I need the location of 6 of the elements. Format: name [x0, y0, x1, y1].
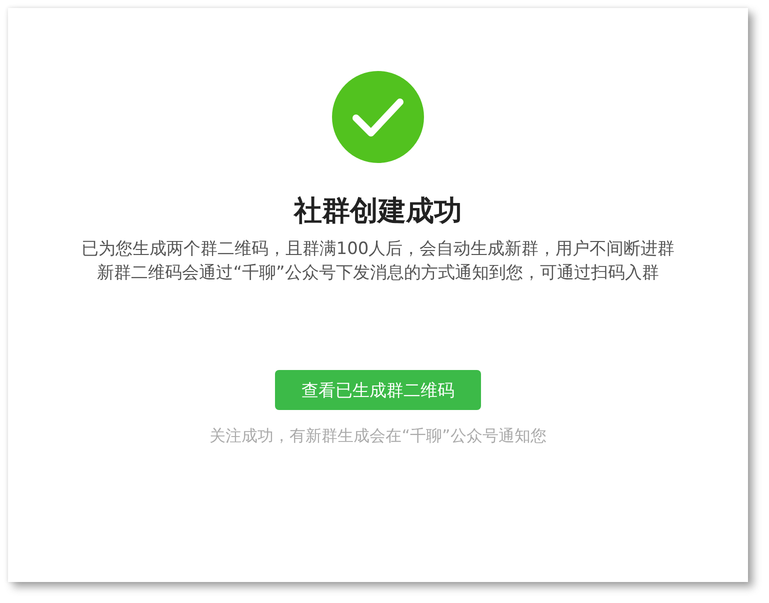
view-qr-codes-button[interactable]: 查看已生成群二维码 — [275, 370, 481, 410]
info-text: 新群二维码会通过“千聊”公众号下发消息的方式通知到您，可通过扫码入群 — [96, 262, 660, 285]
info-text: 已为您生成两个群二维码，且群满100人后，会自动生成新群，用户不间断进群 — [80, 238, 676, 261]
success-title: 社群创建成功 — [294, 193, 462, 229]
success-check-icon — [332, 71, 424, 163]
notice-text: 关注成功，有新群生成会在“千聊”公众号通知您 — [210, 426, 546, 447]
